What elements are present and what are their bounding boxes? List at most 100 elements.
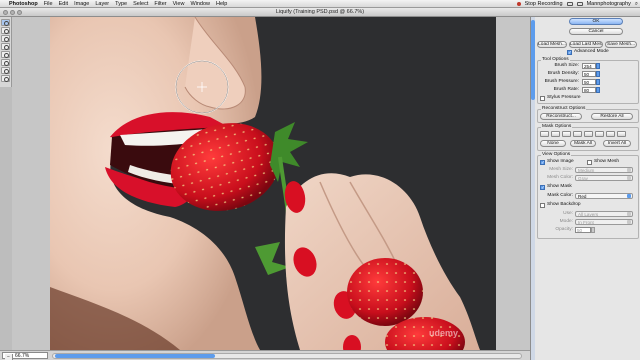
dialog-title-bar: Liquify (Training PSD.psd @ 66.7%) [0, 8, 640, 17]
mask-none-button[interactable]: None [540, 140, 566, 147]
brush-pressure-stepper[interactable] [596, 79, 600, 85]
mesh-color-value: Gray [578, 176, 588, 181]
show-backdrop-checkbox[interactable] [540, 203, 545, 208]
menu-file[interactable]: File [44, 1, 53, 7]
reconstruct-tool-icon[interactable] [1, 27, 10, 34]
user-name[interactable]: Mannphotography [587, 1, 631, 7]
invert-all-button[interactable]: Invert All [603, 140, 631, 147]
zoom-field[interactable]: − 66.7% [2, 352, 48, 360]
chevron-down-icon [627, 212, 631, 216]
brush-density-stepper[interactable] [596, 71, 600, 77]
menu-layer[interactable]: Layer [95, 1, 109, 7]
freeze-mask-tool-icon[interactable] [1, 67, 10, 74]
brush-pressure-field[interactable]: 50 [582, 79, 596, 85]
menu-edit[interactable]: Edit [59, 1, 68, 7]
menu-extras: Stop Recording Mannphotography ⌕ [516, 0, 638, 8]
photo-illustration [50, 17, 496, 350]
brush-rate-label: Brush Rate: [553, 87, 579, 92]
bloat-tool-icon[interactable] [1, 51, 10, 58]
app-menu[interactable]: Photoshop [9, 1, 38, 7]
brush-size-label: Brush Size: [554, 63, 579, 68]
show-mask-label: Show Mask [547, 184, 572, 189]
backdrop-mode-label: Mode: [559, 219, 573, 224]
menu-select[interactable]: Select [133, 1, 148, 7]
zoom-out-icon[interactable]: − [5, 354, 13, 360]
liquify-options-panel: OK Cancel Load Mesh... Load Last Mesh Sa… [530, 17, 640, 360]
brush-size-field[interactable]: 254 [582, 63, 596, 69]
mask-color-select[interactable]: Red [575, 193, 633, 199]
search-icon[interactable]: ⌕ [635, 1, 638, 8]
vertical-scroll-thumb[interactable] [531, 20, 535, 100]
chevron-down-icon [627, 176, 631, 180]
window-title: Liquify (Training PSD.psd @ 66.7%) [275, 9, 365, 15]
cancel-button[interactable]: Cancel [569, 28, 623, 35]
load-last-mesh-button[interactable]: Load Last Mesh [569, 41, 603, 48]
mask-invert-icon[interactable] [584, 131, 593, 137]
backdrop-use-select[interactable]: All Layers [575, 211, 633, 217]
battery-icon[interactable] [576, 2, 583, 6]
hand-tool-icon[interactable] [1, 75, 10, 82]
mesh-size-select[interactable]: Medium [575, 167, 633, 173]
backdrop-mode-value: In Front [578, 220, 594, 225]
mask-layer-icon[interactable] [606, 131, 615, 137]
mask-transparency-icon[interactable] [595, 131, 604, 137]
backdrop-opacity-label: Opacity: [555, 227, 573, 232]
menu-help[interactable]: Help [216, 1, 227, 7]
mask-color-value: Red [578, 194, 587, 199]
reconstruct-options-title: Reconstruct Options [541, 106, 587, 112]
brush-size-stepper[interactable] [596, 63, 600, 69]
zoom-value: 66.7% [15, 353, 30, 359]
restore-all-button[interactable]: Restore All [591, 113, 633, 120]
horizontal-scroll-thumb[interactable] [55, 354, 215, 358]
twirl-tool-icon[interactable] [1, 35, 10, 42]
ok-button[interactable]: OK [569, 18, 623, 25]
menu-view[interactable]: View [173, 1, 185, 7]
backdrop-mode-select[interactable]: In Front [575, 219, 633, 225]
stylus-pressure-checkbox[interactable] [540, 96, 545, 101]
mesh-size-value: Medium [578, 168, 595, 173]
backdrop-opacity-stepper[interactable] [591, 227, 595, 233]
mesh-color-select[interactable]: Gray [575, 175, 633, 181]
show-backdrop-label: Show Backdrop [547, 202, 581, 207]
mask-channel-icon[interactable] [617, 131, 626, 137]
mask-subtract-icon[interactable] [562, 131, 571, 137]
mask-replace-icon[interactable] [540, 131, 549, 137]
preview-image[interactable]: udemy [50, 17, 496, 350]
show-mesh-checkbox[interactable] [587, 160, 592, 165]
brush-density-label: Brush Density: [547, 71, 579, 76]
pucker-tool-icon[interactable] [1, 43, 10, 50]
brush-rate-stepper[interactable] [596, 87, 600, 93]
advanced-mode-checkbox[interactable]: ✓ [567, 50, 572, 55]
menu-filter[interactable]: Filter [154, 1, 166, 7]
mesh-size-label: Mesh Size: [549, 167, 573, 172]
stylus-pressure-label: Stylus Pressure [547, 95, 581, 100]
show-mask-checkbox[interactable]: ✓ [540, 185, 545, 190]
mask-options-title: Mask Options [541, 124, 573, 130]
show-mesh-label: Show Mesh [594, 159, 620, 164]
push-left-tool-icon[interactable] [1, 59, 10, 66]
brush-density-field[interactable]: 50 [582, 71, 596, 77]
forward-warp-tool-icon[interactable] [1, 19, 10, 26]
save-mesh-button[interactable]: Save Mesh... [605, 41, 637, 48]
load-mesh-button[interactable]: Load Mesh... [537, 41, 567, 48]
vertical-scrollbar[interactable] [531, 17, 535, 360]
menu-type[interactable]: Type [115, 1, 127, 7]
preview-canvas[interactable]: udemy [12, 17, 530, 350]
mask-all-button[interactable]: Mask All [570, 140, 596, 147]
mask-add-icon[interactable] [551, 131, 560, 137]
chevron-down-icon [627, 168, 631, 172]
brush-rate-field[interactable]: 80 [582, 87, 596, 93]
menu-image[interactable]: Image [74, 1, 89, 7]
horizontal-scrollbar[interactable] [52, 353, 522, 359]
reconstruct-button[interactable]: Reconstruct... [540, 113, 582, 120]
show-image-checkbox[interactable]: ✓ [540, 160, 545, 165]
mask-intersect-icon[interactable] [573, 131, 582, 137]
chevron-down-icon [627, 194, 631, 198]
backdrop-opacity-field[interactable]: 50 [575, 227, 591, 233]
mesh-color-label: Mesh Color: [547, 175, 573, 180]
mask-color-label: Mask Color: [547, 193, 573, 198]
mask-mode-buttons [540, 131, 636, 137]
display-icon[interactable] [566, 2, 573, 6]
menu-window[interactable]: Window [190, 1, 210, 7]
stop-recording-item[interactable]: Stop Recording [525, 1, 563, 7]
